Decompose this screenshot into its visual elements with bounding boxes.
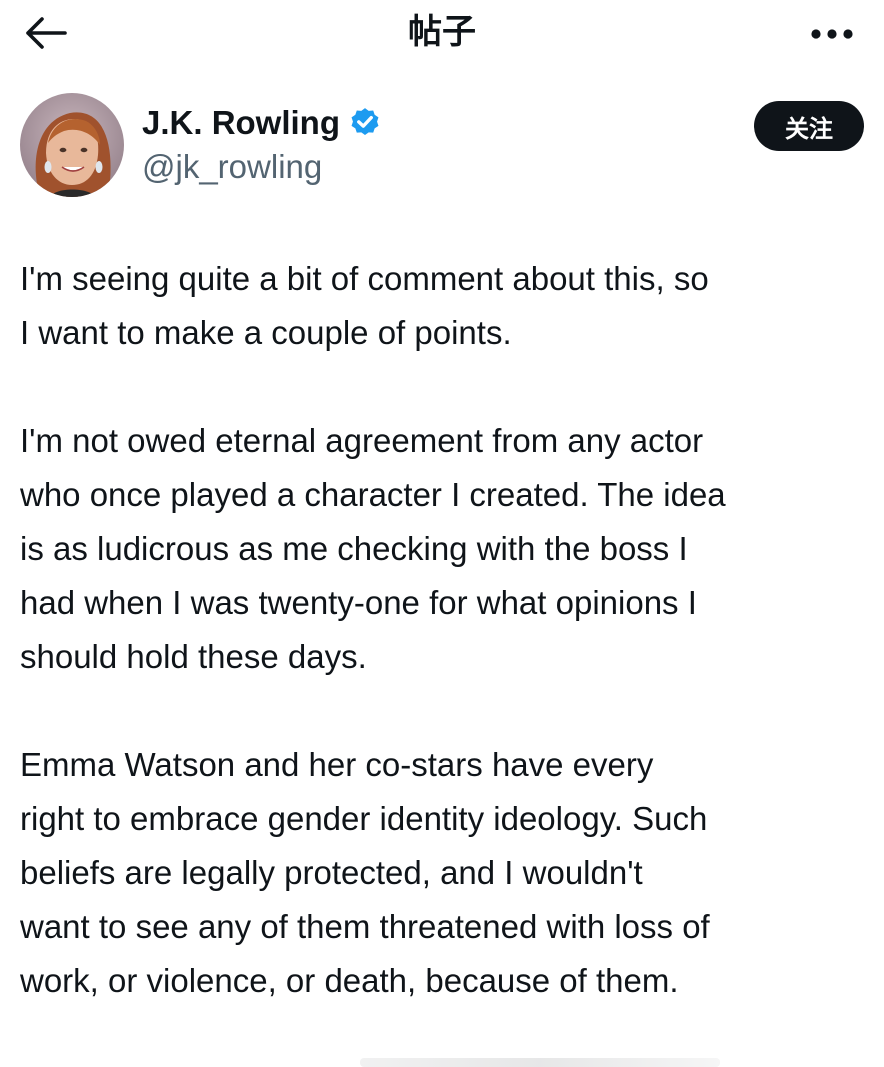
avatar[interactable] xyxy=(20,93,124,197)
cut-off-content xyxy=(360,1058,720,1067)
avatar-image xyxy=(20,93,124,197)
author-display-name[interactable]: J.K. Rowling xyxy=(142,101,340,145)
verified-badge-icon xyxy=(348,106,382,140)
follow-button[interactable]: 关注 xyxy=(754,101,864,151)
top-navigation-bar: 帖子 xyxy=(0,0,884,72)
more-options-button[interactable] xyxy=(802,14,862,54)
post-paragraph: Emma Watson and her co-stars have every … xyxy=(20,746,710,999)
post-paragraph: I'm not owed eternal agreement from any … xyxy=(20,422,726,675)
post-author: J.K. Rowling @jk_rowling 关注 xyxy=(20,93,864,203)
post-paragraph: I'm seeing quite a bit of comment about … xyxy=(20,260,709,351)
post-text: I'm seeing quite a bit of comment about … xyxy=(20,252,870,1062)
more-horizontal-icon xyxy=(811,29,853,39)
page-title: 帖子 xyxy=(408,12,476,52)
post-detail-page: 帖子 J.K. Rowling @jk_rowling 关注 I'm seein… xyxy=(0,0,884,1067)
name-row: J.K. Rowling xyxy=(142,101,382,145)
author-handle[interactable]: @jk_rowling xyxy=(142,145,322,189)
